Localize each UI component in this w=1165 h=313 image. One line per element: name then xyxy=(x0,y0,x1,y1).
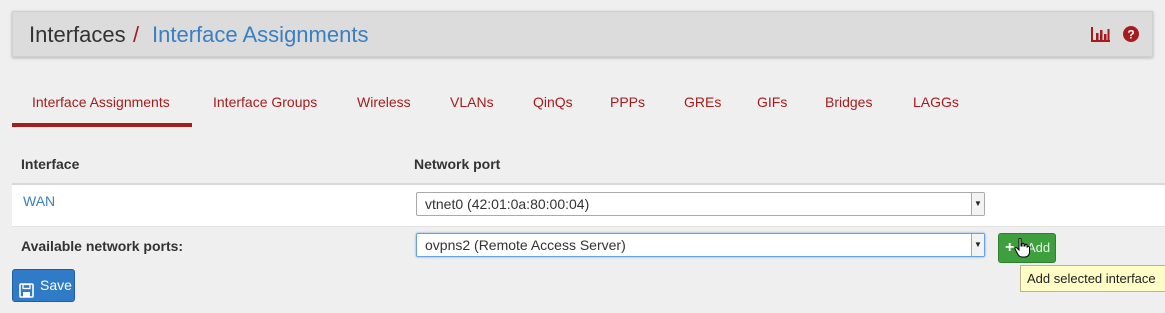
tab-qinqs[interactable]: QinQs xyxy=(533,82,573,124)
table-header: Interface Network port xyxy=(12,147,1165,185)
chevron-down-icon: ▼ xyxy=(971,193,984,215)
tab-bar: Interface Assignments Interface Groups W… xyxy=(12,82,1165,127)
page-title[interactable]: Interface Assignments xyxy=(152,22,368,48)
tab-gres[interactable]: GREs xyxy=(684,82,721,124)
available-ports-select[interactable]: ovpns2 (Remote Access Server) ▼ xyxy=(416,233,985,257)
breadcrumb-separator: / xyxy=(133,22,140,47)
tab-ppps[interactable]: PPPs xyxy=(610,82,645,124)
add-button-label: Add xyxy=(1027,240,1051,255)
tab-interface-assignments[interactable]: Interface Assignments xyxy=(12,82,192,127)
page-header: Interfaces / Interface Assignments ? xyxy=(12,11,1153,57)
hand-cursor-icon xyxy=(1014,237,1030,263)
column-header-interface: Interface xyxy=(21,156,80,172)
tab-vlans[interactable]: VLANs xyxy=(450,82,494,124)
svg-text:?: ? xyxy=(1127,28,1134,42)
interface-link-wan[interactable]: WAN xyxy=(23,193,55,209)
table-row: WAN vtnet0 (42:01:0a:80:00:04) ▼ xyxy=(12,185,1165,227)
column-header-network-port: Network port xyxy=(414,156,501,172)
breadcrumb-root[interactable]: Interfaces xyxy=(29,22,126,48)
tab-wireless[interactable]: Wireless xyxy=(357,82,411,124)
select-value: vtnet0 (42:01:0a:80:00:04) xyxy=(425,196,590,212)
plus-icon: + xyxy=(1005,239,1015,256)
network-port-select[interactable]: vtnet0 (42:01:0a:80:00:04) ▼ xyxy=(416,192,985,216)
available-ports-label: Available network ports: xyxy=(21,238,184,254)
help-icon[interactable]: ? xyxy=(1123,26,1139,47)
tab-laggs[interactable]: LAGGs xyxy=(913,82,959,124)
tab-bridges[interactable]: Bridges xyxy=(825,82,872,124)
tab-gifs[interactable]: GIFs xyxy=(757,82,787,124)
save-icon xyxy=(19,278,34,309)
save-button-label: Save xyxy=(40,277,72,293)
tab-interface-groups[interactable]: Interface Groups xyxy=(213,82,317,124)
available-ports-row: Available network ports: ovpns2 (Remote … xyxy=(12,227,1165,265)
bar-chart-icon[interactable] xyxy=(1091,26,1111,47)
chevron-down-icon: ▼ xyxy=(971,234,984,256)
tooltip: Add selected interface xyxy=(1020,265,1165,292)
select-value: ovpns2 (Remote Access Server) xyxy=(425,237,626,253)
save-button[interactable]: Save xyxy=(12,269,75,302)
